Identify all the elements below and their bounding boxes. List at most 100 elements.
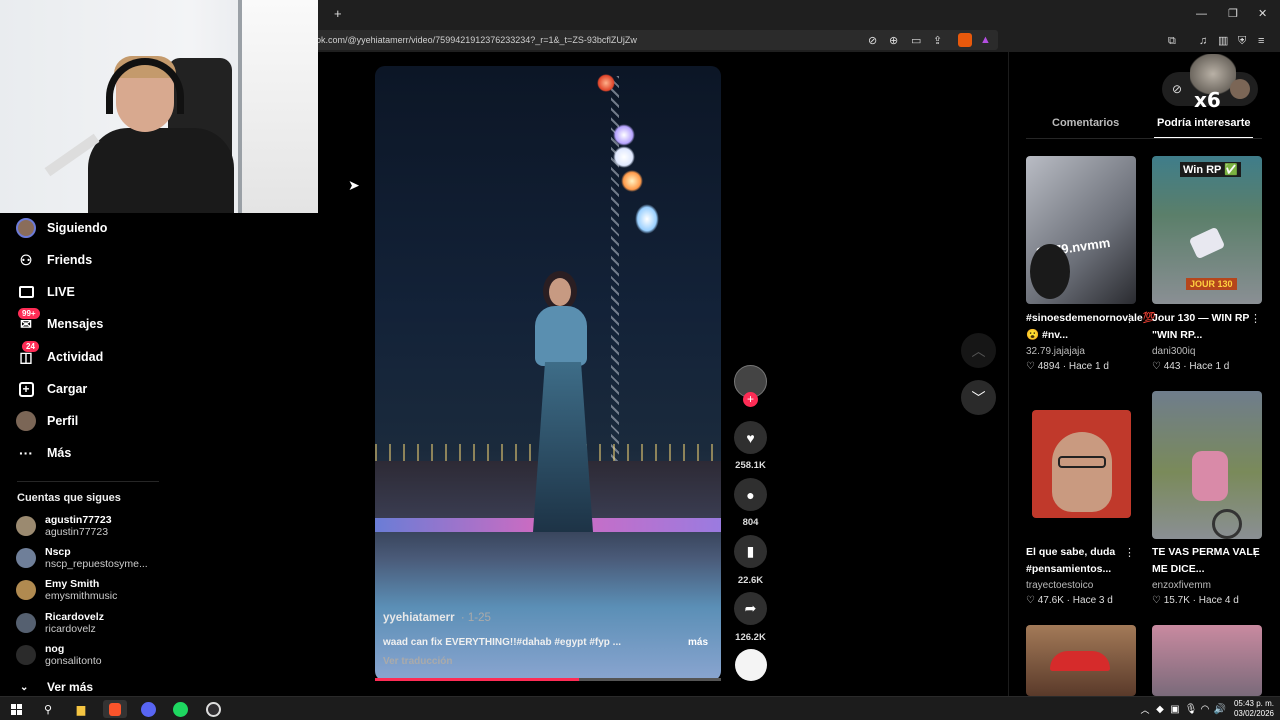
tab-divider [1026,138,1262,139]
sidebar-item-label: Cargar [47,382,88,396]
search-icon[interactable]: ⚲ [39,700,57,718]
share-button[interactable]: ➦ [734,592,767,625]
obs-icon[interactable] [204,700,222,718]
card-title[interactable]: El que sabe, duda #pensamientos... [1026,544,1136,578]
brave-shield-icon[interactable] [958,33,972,47]
card-user[interactable]: enzoxfivemm [1152,580,1211,591]
tab-podria-interesarte[interactable]: Podría interesarte [1157,117,1251,129]
following-title: Cuentas que sigues [17,492,121,504]
vpn-icon[interactable]: ⛨ [1238,34,1246,48]
like-button[interactable]: ♥ [734,421,767,454]
thumbnail-text: Win RP ✅ [1180,162,1241,177]
sidebar-toggle-icon[interactable]: ⧉ [1168,34,1176,48]
live-tv-icon [16,282,36,302]
sidebar-item-mensajes[interactable]: ✉ 99+ Mensajes [16,308,103,336]
video-thumbnail[interactable] [1032,410,1131,518]
video-author[interactable]: yyehiatamerr · 1-25 [383,612,491,624]
following-account[interactable]: agustin77723 agustin77723 [16,511,112,541]
card-title[interactable]: Jour 130 — WIN RP "WIN RP... [1152,310,1262,344]
following-account[interactable]: Nscp nscp_repuestosyme... [16,543,148,573]
cast-icon[interactable]: ▭ [911,34,921,48]
video-player[interactable]: yyehiatamerr · 1-25 waad can fix EVERYTH… [375,66,721,681]
video-thumbnail[interactable]: 32.79.nvmm [1026,156,1136,304]
video-thumbnail[interactable]: Win RP ✅ JOUR 130 [1152,156,1262,304]
more-options-icon[interactable]: ⋮ [1250,546,1261,560]
following-account[interactable]: Emy Smith emysmithmusic [16,575,117,605]
volume-icon[interactable]: 🔊 [1211,700,1229,718]
tab-comentarios[interactable]: Comentarios [1052,117,1119,129]
save-button[interactable]: ▮ [734,535,767,568]
video-progress-fill [375,678,580,681]
sidebar-item-siguiendo[interactable]: Siguiendo [16,216,107,240]
more-options-icon[interactable]: ⋮ [1124,546,1135,560]
follow-plus-icon[interactable]: + [743,392,758,407]
account-name: nog [45,643,65,655]
next-video-button[interactable]: ﹀ [961,380,996,415]
minimize-button[interactable]: — [1196,7,1207,21]
avatar[interactable] [1230,79,1250,99]
close-window-button[interactable]: ✕ [1258,7,1267,21]
zoom-icon[interactable]: ⊕ [889,34,898,48]
share-count: 126.2K [735,632,766,643]
see-more-button[interactable]: ⌄ Ver más [20,680,93,694]
sidebar-item-friends[interactable]: ⚇ Friends [16,248,92,272]
brave-rewards-icon[interactable]: ▲ [980,33,991,47]
more-options-icon[interactable]: ⋮ [1250,312,1261,326]
webcam-overlay [0,0,318,213]
clock-date: 03/02/2026 [1233,709,1274,718]
avatar [16,548,36,568]
card-user[interactable]: trayectoestoico [1026,580,1093,591]
menu-icon[interactable]: ≡ [1258,34,1264,48]
video-thumbnail[interactable] [1152,391,1262,539]
performer-face [549,278,571,306]
spotify-icon[interactable] [171,700,189,718]
following-account[interactable]: nog gonsalitonto [16,640,102,670]
maximize-button[interactable]: ❐ [1228,7,1238,21]
chevron-up-icon: ︿ [971,342,986,359]
sidebar-item-live[interactable]: LIVE [16,280,75,304]
video-thumbnail[interactable] [1026,625,1136,696]
file-explorer-icon[interactable]: ▆ [72,700,90,718]
sidebar-item-perfil[interactable]: Perfil [16,409,78,433]
heart-icon: ♥ [746,429,755,446]
comment-button[interactable]: ● [734,478,767,511]
card-likes: 4894 [1037,361,1060,372]
message-icon: ✉ 99+ [16,308,40,334]
author-name: yyehiatamerr [383,612,455,624]
windows-start-icon[interactable] [7,700,25,718]
account-name: Nscp [45,546,71,558]
activity-icon: ◫ 24 [16,341,39,367]
share-icon[interactable]: ⇪ [933,34,942,48]
stage-light [621,170,643,192]
new-tab-button[interactable]: + [334,7,342,21]
clock[interactable]: 05:43 p. m. 03/02/2026 [1230,699,1274,719]
card-likes: 47.6K [1037,595,1064,606]
card-user[interactable]: dani300iq [1152,346,1195,357]
card-likes: 443 [1163,361,1181,372]
more-options-icon[interactable]: ⋮ [1124,312,1135,326]
caption-more-button[interactable]: más [688,637,708,648]
card-stats: ♡ 47.6K · Hace 3 d [1026,595,1113,606]
translate-off-icon[interactable]: ⊘ [868,34,877,48]
sidebar-item-cargar[interactable]: + Cargar [16,377,87,401]
following-account[interactable]: Ricardovelz ricardovelz [16,608,104,638]
compass-icon[interactable]: ⊘ [1172,82,1182,96]
music-disc-icon[interactable] [735,649,767,681]
bookmark-icon: ▮ [746,543,755,559]
see-more-label: Ver más [47,680,94,694]
previous-video-button[interactable]: ︿ [961,333,996,368]
discord-icon[interactable] [139,700,157,718]
sidebar-item-actividad[interactable]: ◫ 24 Actividad [16,341,103,369]
brave-browser-icon[interactable] [103,700,127,718]
card-title[interactable]: #sinoesdemenornovale💯😮 #nv... [1026,310,1156,344]
video-thumbnail[interactable] [1152,625,1262,696]
account-handle: ricardovelz [45,623,96,635]
stage-light [635,204,659,234]
sidebar-item-mas[interactable]: ··· Más [16,441,71,465]
messages-badge: 99+ [18,308,40,319]
card-user[interactable]: 32.79.jajajaja [1026,346,1085,357]
translate-button[interactable]: Ver traducción [383,656,452,667]
panel-icon[interactable]: ▥ [1218,34,1228,48]
media-icon[interactable]: ♫ [1199,34,1207,48]
card-title[interactable]: TE VAS PERMA VALE ME DICE... [1152,544,1262,578]
